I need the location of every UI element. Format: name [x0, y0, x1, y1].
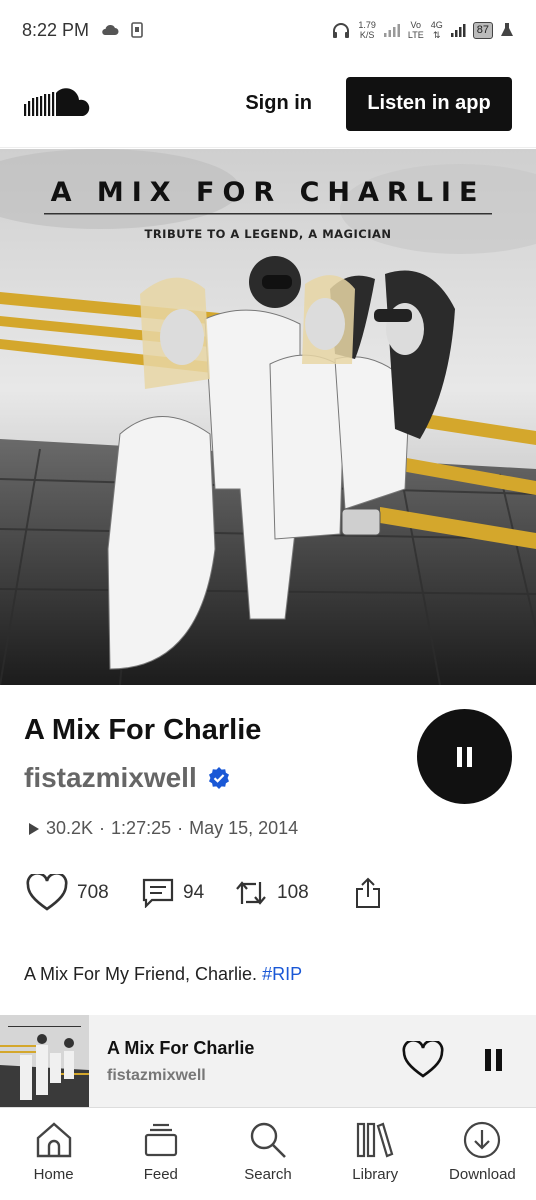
like-count: 708 [77, 882, 109, 903]
repost-count: 108 [277, 882, 309, 903]
volte-indicator: Vo LTE [407, 20, 424, 40]
signal-strong-icon [450, 24, 466, 37]
share-button[interactable] [354, 877, 382, 909]
pause-icon [456, 746, 472, 767]
cloud-icon [102, 24, 119, 35]
nav-home[interactable]: Home [0, 1108, 107, 1200]
nav-label-download: Download [449, 1166, 516, 1183]
battery-indicator: 87 [472, 21, 493, 39]
track-description: A Mix For My Friend, Charlie. #RIP [24, 964, 302, 985]
nav-label-feed: Feed [143, 1166, 178, 1183]
description-text: A Mix For My Friend, Charlie. [24, 964, 258, 984]
feed-icon [144, 1123, 177, 1157]
upload-date: May 15, 2014 [189, 818, 299, 838]
artist-row: fistazmixwell [24, 762, 231, 794]
library-icon [357, 1122, 394, 1158]
search-icon [250, 1122, 286, 1158]
repost-button[interactable]: 108 [234, 878, 354, 908]
mini-player-like-button[interactable] [402, 1039, 444, 1084]
status-bar: 8:22 PM 1.79 K/S Vo LTE 4G ⇅ 87 [0, 0, 536, 60]
nav-download[interactable]: Download [429, 1108, 536, 1200]
track-artwork: A MIX FOR CHARLIE TRIBUTE TO A LEGEND, A… [0, 149, 536, 685]
sim-icon [131, 22, 143, 38]
mini-player-title: A Mix For Charlie [107, 1037, 255, 1058]
play-count-icon [29, 822, 39, 835]
artwork-title: A MIX FOR CHARLIE [50, 177, 486, 208]
nav-feed[interactable]: Feed [107, 1108, 214, 1200]
nav-label-library: Library [352, 1166, 399, 1183]
mini-player-artist: fistazmixwell [107, 1066, 206, 1084]
artwork-subtitle: TRIBUTE TO A LEGEND, A MAGICIAN [144, 227, 392, 241]
comment-icon [142, 878, 174, 908]
nav-label-search: Search [244, 1166, 292, 1183]
pause-icon [485, 1049, 502, 1071]
artist-name[interactable]: fistazmixwell [24, 762, 197, 794]
nav-search[interactable]: Search [214, 1108, 321, 1200]
comment-count: 94 [183, 882, 205, 903]
clock: 8:22 PM [22, 19, 90, 40]
duration: 1:27:25 [111, 818, 172, 838]
signal-weak-icon [383, 24, 400, 37]
artwork-divider [44, 213, 492, 215]
heart-icon [402, 1039, 444, 1078]
nav-library[interactable]: Library [322, 1108, 429, 1200]
soundcloud-logo-icon[interactable] [24, 87, 92, 120]
flask-icon [501, 23, 513, 36]
nav-label-home: Home [33, 1166, 74, 1183]
heart-icon [26, 874, 68, 911]
verified-badge-icon [208, 767, 229, 789]
track-title: A Mix For Charlie [24, 714, 262, 746]
download-icon [464, 1121, 501, 1159]
bottom-navigation: Home Feed Search Library Download [0, 1107, 536, 1200]
mini-player-pause-button[interactable] [484, 1048, 504, 1077]
data-speed: 1.79 K/S [358, 20, 376, 40]
share-icon [356, 877, 380, 908]
separator: · [99, 818, 106, 838]
play-count: 30.2K [46, 818, 94, 838]
mini-player-artwork [0, 1015, 89, 1107]
mini-player[interactable]: A Mix For Charlie fistazmixwell [0, 1015, 536, 1107]
repost-icon [236, 881, 266, 905]
comment-button[interactable]: 94 [142, 878, 234, 908]
home-icon [36, 1122, 71, 1158]
separator: · [177, 818, 184, 838]
track-meta: 30.2K · 1:27:25 · May 15, 2014 [28, 818, 298, 839]
app-header: Sign in Listen in app [0, 60, 536, 148]
network-type: 4G ⇅ [430, 20, 443, 40]
headphones-icon [333, 23, 350, 38]
listen-in-app-button[interactable]: Listen in app [346, 76, 512, 131]
pause-button[interactable] [417, 709, 512, 804]
track-actions: 708 94 108 [26, 874, 382, 912]
like-button[interactable]: 708 [26, 874, 142, 912]
sign-in-link[interactable]: Sign in [245, 92, 312, 115]
hashtag-link[interactable]: #RIP [262, 964, 302, 984]
